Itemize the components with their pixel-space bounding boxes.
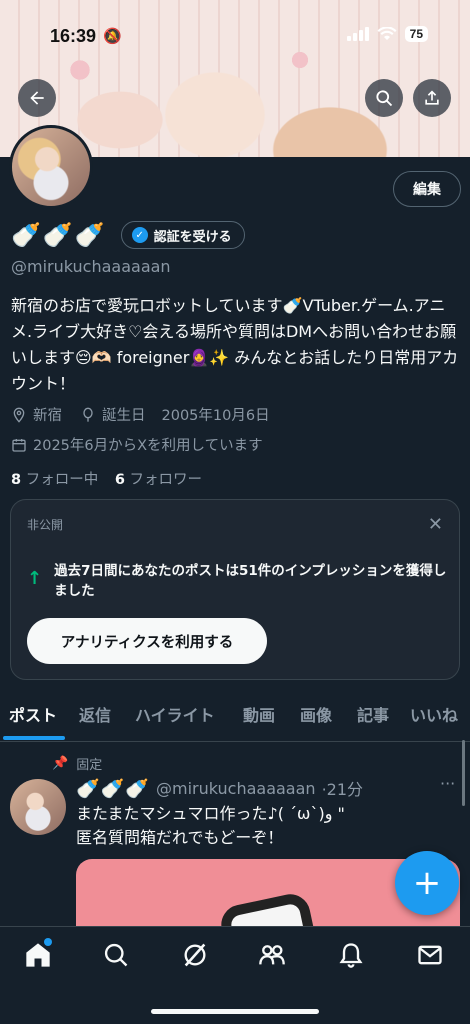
nav-communities[interactable] bbox=[258, 941, 288, 971]
nav-grok[interactable] bbox=[181, 941, 211, 971]
pinned-label-row: 📌 固定 bbox=[52, 754, 102, 773]
location-text: 新宿 bbox=[33, 408, 62, 424]
profile-handle: @mirukuchaaaaaan bbox=[11, 257, 171, 276]
birthday-label: 誕生日 bbox=[102, 408, 146, 424]
profile-meta-row: 新宿 誕生日 2005年10月6日 bbox=[11, 404, 270, 425]
post-time: ·21分 bbox=[321, 780, 364, 799]
pin-icon: 📌 bbox=[52, 756, 69, 771]
profile-name-row: 🍼🍼🍼 ✓ 認証を受ける bbox=[11, 221, 245, 249]
birthday-text: 2005年10月6日 bbox=[161, 408, 270, 424]
nav-notifications[interactable] bbox=[337, 941, 367, 971]
impressions-message: ↑ 過去7日間にあなたのポストは51件のインプレッションを獲得しました bbox=[27, 561, 447, 601]
post-header: 🍼🍼🍼 @mirukuchaaaaaan ·21分 bbox=[76, 776, 363, 800]
location-pin-icon bbox=[13, 407, 25, 423]
analytics-card: 非公開 ✕ ↑ 過去7日間にあなたのポストは51件のインプレッションを獲得しまし… bbox=[10, 499, 460, 680]
follow-stats: 8 フォロー中 6 フォロワー bbox=[11, 468, 202, 489]
tab-videos[interactable]: 動画 bbox=[243, 702, 275, 726]
wifi-icon bbox=[377, 27, 397, 40]
private-label: 非公開 bbox=[27, 518, 64, 532]
search-icon bbox=[376, 90, 393, 107]
scrollbar[interactable] bbox=[462, 740, 465, 806]
verify-label: 認証を受ける bbox=[153, 229, 232, 245]
signal-icon bbox=[346, 27, 369, 41]
profile-avatar[interactable] bbox=[9, 125, 93, 209]
communities-icon bbox=[259, 945, 285, 965]
followers-label: フォロワー bbox=[129, 472, 203, 488]
arrow-up-icon: ↑ bbox=[27, 568, 43, 589]
following-label: フォロー中 bbox=[25, 472, 99, 488]
followers-count: 6 bbox=[114, 472, 125, 488]
search-icon bbox=[104, 943, 128, 967]
impressions-text: 過去7日間にあなたのポストは51件のインプレッションを獲得しました bbox=[54, 563, 447, 599]
notification-dot bbox=[44, 938, 52, 946]
plus-icon: + bbox=[412, 863, 442, 903]
status-bar: 16:39 🔕 75 bbox=[0, 24, 470, 52]
mute-bell-icon: 🔕 bbox=[103, 27, 122, 45]
calendar-icon bbox=[12, 438, 26, 452]
envelope-icon bbox=[418, 945, 442, 965]
bell-icon bbox=[339, 943, 363, 968]
tab-articles[interactable]: 記事 bbox=[357, 702, 389, 726]
share-button[interactable] bbox=[413, 79, 451, 117]
post-text: またまたマシュマロ作った♪( ˊωˋ)و " 匿名質問箱だれでもどーぞ！ bbox=[76, 804, 345, 847]
grok-icon bbox=[184, 943, 206, 967]
compose-button[interactable]: + bbox=[395, 851, 459, 915]
battery-icon: 75 bbox=[404, 26, 428, 42]
edit-profile-button[interactable]: 編集 bbox=[393, 171, 461, 207]
active-tab-indicator bbox=[3, 736, 65, 740]
close-icon[interactable]: ✕ bbox=[428, 514, 443, 535]
tab-highlights[interactable]: ハイライト bbox=[135, 702, 215, 726]
post-author-handle: @mirukuchaaaaaan bbox=[155, 778, 316, 798]
following-link[interactable]: 8 フォロー中 bbox=[11, 472, 98, 488]
post-author-name[interactable]: 🍼🍼🍼 bbox=[76, 777, 150, 800]
verified-badge-icon: ✓ bbox=[131, 227, 148, 243]
tab-posts[interactable]: ポスト bbox=[9, 702, 57, 726]
profile-bio: 新宿のお店で愛玩ロボットしています🍼VTuber.ゲーム.アニメ.ライブ大好き♡… bbox=[11, 296, 459, 393]
pinned-label: 固定 bbox=[76, 758, 103, 773]
analytics-button[interactable]: アナリティクスを利用する bbox=[27, 618, 267, 664]
joined-text: 2025年6月からXを利用しています bbox=[33, 438, 263, 454]
tab-media[interactable]: 画像 bbox=[300, 702, 332, 726]
balloon-icon bbox=[83, 407, 93, 422]
tab-replies[interactable]: 返信 bbox=[79, 702, 111, 726]
display-name: 🍼🍼🍼 bbox=[11, 221, 107, 249]
more-options-icon[interactable]: ··· bbox=[440, 774, 455, 793]
search-button[interactable] bbox=[365, 79, 403, 117]
joined-row: 2025年6月からXを利用しています bbox=[11, 434, 263, 455]
following-count: 8 bbox=[11, 472, 22, 488]
share-icon bbox=[425, 90, 439, 105]
get-verified-button[interactable]: ✓ 認証を受ける bbox=[120, 221, 245, 249]
nav-messages[interactable] bbox=[416, 941, 446, 971]
nav-search[interactable] bbox=[102, 941, 132, 971]
post-avatar[interactable] bbox=[10, 779, 66, 835]
back-button[interactable] bbox=[18, 79, 56, 117]
followers-link[interactable]: 6 フォロワー bbox=[115, 472, 202, 488]
home-indicator[interactable] bbox=[151, 1009, 319, 1014]
back-arrow-icon bbox=[30, 91, 44, 105]
status-time: 16:39 bbox=[50, 26, 97, 46]
tab-likes[interactable]: いいね bbox=[410, 702, 458, 726]
tabs-divider bbox=[0, 741, 470, 742]
profile-tabs: ポスト 返信 ハイライト 動画 画像 記事 いいね bbox=[0, 696, 470, 740]
